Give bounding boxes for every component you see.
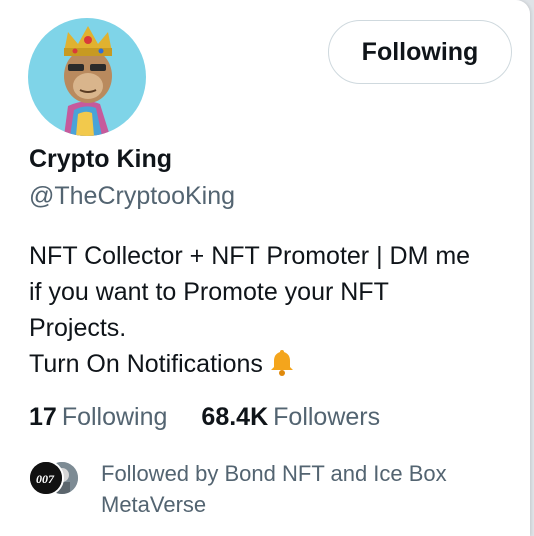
following-count: 17 [29,403,57,431]
following-label: Following [61,403,168,431]
followers-label: Followers [273,403,381,431]
bond-logo-text: 007 [36,472,55,486]
bio-line: NFT Collector + NFT Promoter | DM me [29,242,471,270]
followers-count: 68.4K [201,403,269,431]
followers-count-link[interactable]: 68.4K Followers [201,403,380,432]
following-count-link[interactable]: 17 Following [29,403,167,432]
mutual-avatar-bond-nft: 007 [28,460,64,496]
display-name[interactable]: Crypto King [29,145,172,174]
username-handle[interactable]: @TheCryptooKing [29,182,235,211]
bio-line: Turn On Notifications [29,350,263,378]
mutual-avatars: 007 [28,460,80,496]
profile-stats: 17 Following 68.4K Followers [29,403,380,432]
mutual-followers-text: Followed by Bond NFT and Ice Box MetaVer… [101,461,447,517]
bio-line: if you want to Promote your NFT [29,278,389,306]
profile-avatar[interactable] [28,18,146,136]
bio-line: Projects. [29,314,127,342]
profile-hover-card: Following Crypto King @TheCryptooKing NF… [0,0,530,536]
following-button[interactable]: Following [328,20,512,84]
profile-bio: NFT Collector + NFT Promoter | DM me if … [29,238,509,386]
ape-avatar-image [28,18,146,136]
mutual-followers[interactable]: 007 Followed by Bond NFT and Ice Box Met… [28,458,518,522]
bell-icon [269,348,295,386]
bio-line-notifications: Turn On Notifications [29,346,509,386]
